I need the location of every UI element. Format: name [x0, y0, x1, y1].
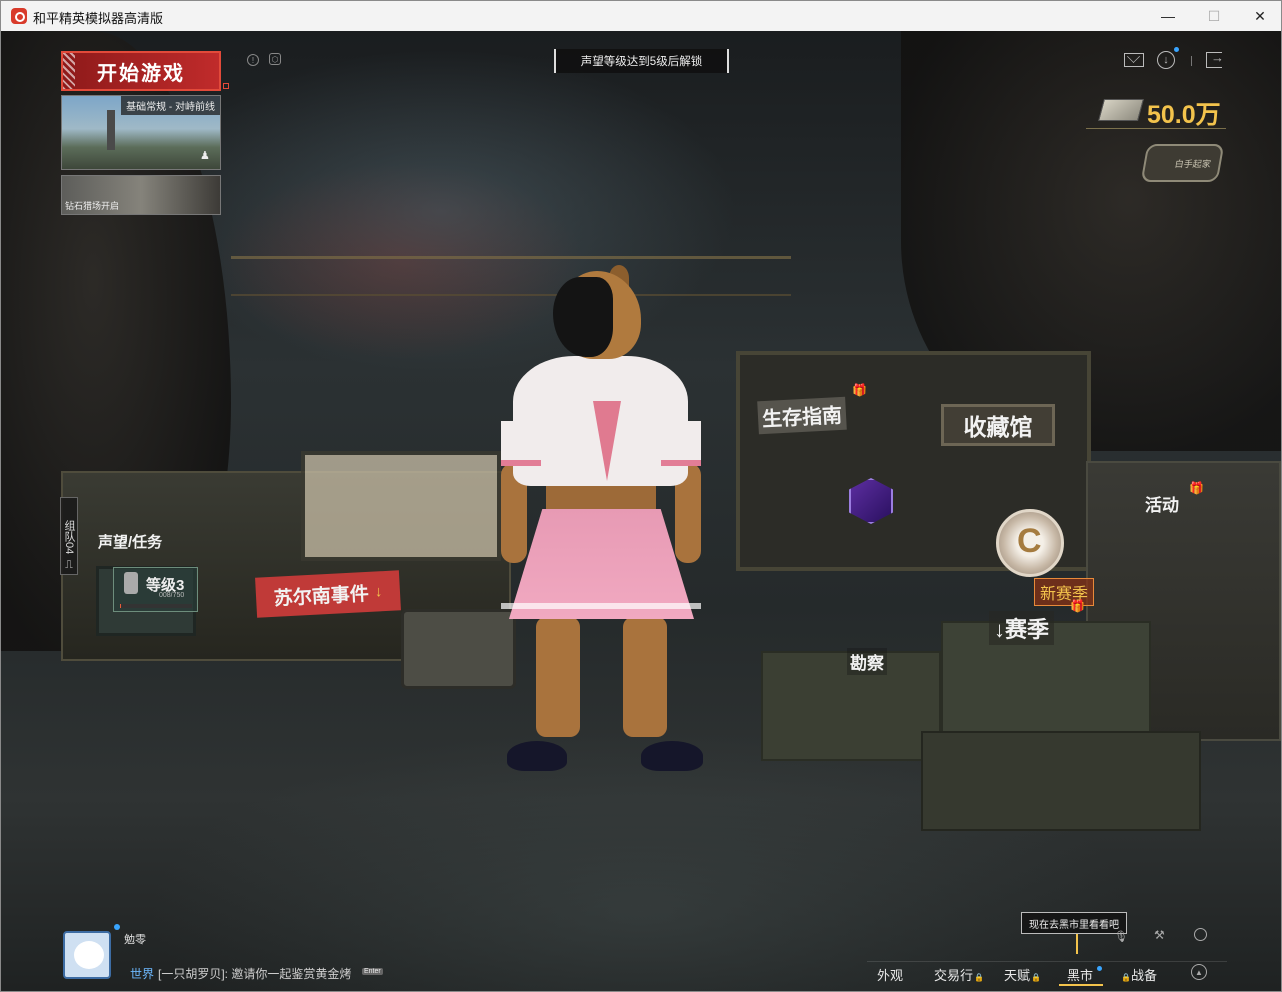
title-badge[interactable]: 白手起家	[1140, 144, 1225, 182]
dogtag-icon	[124, 572, 138, 594]
wrench-icon[interactable]: ⚒	[1154, 928, 1165, 942]
mode-label: 基础常规 - 对峙前线	[121, 96, 220, 115]
nav-talent[interactable]: 天赋🔒	[1004, 965, 1041, 984]
nav-divider	[867, 961, 1227, 962]
mail-icon[interactable]	[1124, 53, 1144, 67]
nav-battlepass[interactable]: 🔒战备	[1120, 965, 1157, 984]
title-bar: 和平精英模拟器高清版 — ☐ ✕	[1, 1, 1281, 31]
team-door-icon[interactable]: ⎍	[61, 559, 77, 575]
player-character[interactable]	[501, 265, 703, 771]
download-icon: ↓	[994, 617, 1005, 642]
start-button-corner-deco	[223, 83, 229, 89]
level-panel[interactable]: 等级3 008/750	[113, 567, 198, 612]
blackmarket-tooltip: 现在去黑市里看看吧	[1021, 912, 1127, 934]
suernan-event-button[interactable]: 苏尔南事件 ↓	[255, 570, 401, 618]
season-label: 赛季	[1005, 617, 1050, 642]
download-icon: ↓	[374, 582, 383, 601]
character-sleeve	[661, 421, 701, 466]
season-trophy-icon[interactable]	[996, 509, 1064, 577]
nav-blackmarket-label: 黑市	[1067, 968, 1094, 983]
minimize-button[interactable]: —	[1145, 1, 1191, 31]
tooltip-pointer	[1076, 934, 1078, 954]
mode-thumbnail-tower	[107, 110, 115, 150]
person-icon: ♟	[200, 150, 210, 162]
character-leg	[536, 617, 580, 737]
unlock-notice: 声望等级达到5级后解锁	[554, 49, 729, 73]
survey-button[interactable]: 勘察	[847, 648, 887, 675]
level-progress-bar	[120, 604, 192, 608]
gift-icon: 🎁	[1189, 481, 1204, 495]
divider	[1191, 56, 1192, 66]
rank-label: 钻石猎场开启	[65, 201, 120, 211]
level-progress-text: 008/750	[159, 592, 185, 599]
currency-amount[interactable]: 50.0万	[1147, 95, 1221, 131]
mode-select-card[interactable]: 基础常规 - 对峙前线 ♟	[61, 95, 221, 170]
nav-trade[interactable]: 交易行🔒	[934, 965, 984, 984]
info-icon[interactable]: !	[247, 54, 259, 66]
character-hair	[553, 277, 613, 357]
character-tie	[593, 401, 621, 481]
character-shoe	[641, 741, 703, 771]
collection-button[interactable]: 收藏馆	[941, 404, 1055, 446]
maximize-button[interactable]: ☐	[1191, 1, 1237, 31]
rank-mode-card[interactable]: 钻石猎场开启	[61, 175, 221, 215]
app-window: 和平精英模拟器高清版 — ☐ ✕ 开始游戏 基础常规 - 对峙前线 ♟ 钻石猎场…	[0, 0, 1282, 992]
gift-icon: 🎁	[852, 383, 867, 397]
character-sleeve	[501, 421, 541, 466]
enter-key-hint: Enter	[362, 968, 383, 975]
player-name: 勉零	[124, 934, 146, 946]
notification-dot	[1174, 47, 1179, 52]
nav-blackmarket[interactable]: 黑市	[1067, 965, 1093, 984]
notification-dot	[1097, 966, 1102, 971]
pegboard	[301, 451, 501, 561]
character-skirt-stripe	[501, 603, 701, 609]
old-tv	[401, 609, 516, 689]
character-leg	[623, 617, 667, 737]
online-dot	[114, 924, 120, 930]
app-logo-icon	[11, 8, 27, 24]
crate	[921, 731, 1201, 831]
cash-stack-icon	[1098, 99, 1144, 121]
nav-trade-label: 交易行	[934, 968, 974, 983]
chat-message[interactable]: [一只胡罗贝]: 邀请你一起鉴赏黄金烤	[158, 965, 351, 982]
gift-icon: 🎁	[1070, 599, 1085, 613]
new-season-label[interactable]: 新赛季	[1034, 578, 1095, 606]
reputation-tasks-label[interactable]: 声望/任务	[98, 531, 162, 552]
compass-icon[interactable]: ▲	[1191, 964, 1207, 980]
chat-channel[interactable]: 世界	[130, 965, 154, 982]
close-button[interactable]: ✕	[1237, 1, 1282, 31]
avatar-face	[74, 941, 104, 969]
suernan-event-label: 苏尔南事件	[273, 583, 370, 610]
character-shoe	[507, 741, 567, 771]
lock-icon: 🔒	[974, 973, 984, 982]
start-game-button[interactable]: 开始游戏	[61, 51, 221, 91]
level-progress-fill	[120, 604, 122, 608]
activity-button[interactable]: 活动	[1145, 491, 1179, 516]
nav-battlepass-label: 战备	[1130, 968, 1157, 983]
lock-icon: 🔒	[1031, 973, 1041, 982]
lock-icon: 🔒	[1121, 973, 1131, 982]
nav-appearance-label: 外观	[877, 968, 904, 983]
exit-icon[interactable]	[1206, 50, 1224, 68]
emote-icon[interactable]	[1194, 928, 1207, 941]
game-viewport[interactable]: 开始游戏 基础常规 - 对峙前线 ♟ 钻石猎场开启 ! ⬡ 声望等级达到5级后解…	[1, 31, 1281, 991]
player-avatar[interactable]	[63, 931, 111, 979]
download-icon[interactable]: ↓	[1157, 51, 1175, 69]
microphone-icon[interactable]: 🎙	[1114, 930, 1128, 943]
nav-appearance[interactable]: 外观	[877, 965, 903, 984]
currency-underline	[1086, 128, 1226, 129]
survival-guide-label[interactable]: 生存指南	[757, 396, 847, 435]
window-title: 和平精英模拟器高清版	[33, 11, 164, 26]
hexagon-icon[interactable]: ⬡	[269, 53, 281, 65]
nav-active-indicator	[1059, 984, 1103, 986]
nav-talent-label: 天赋	[1004, 968, 1031, 983]
season-button[interactable]: ↓赛季	[989, 611, 1055, 645]
